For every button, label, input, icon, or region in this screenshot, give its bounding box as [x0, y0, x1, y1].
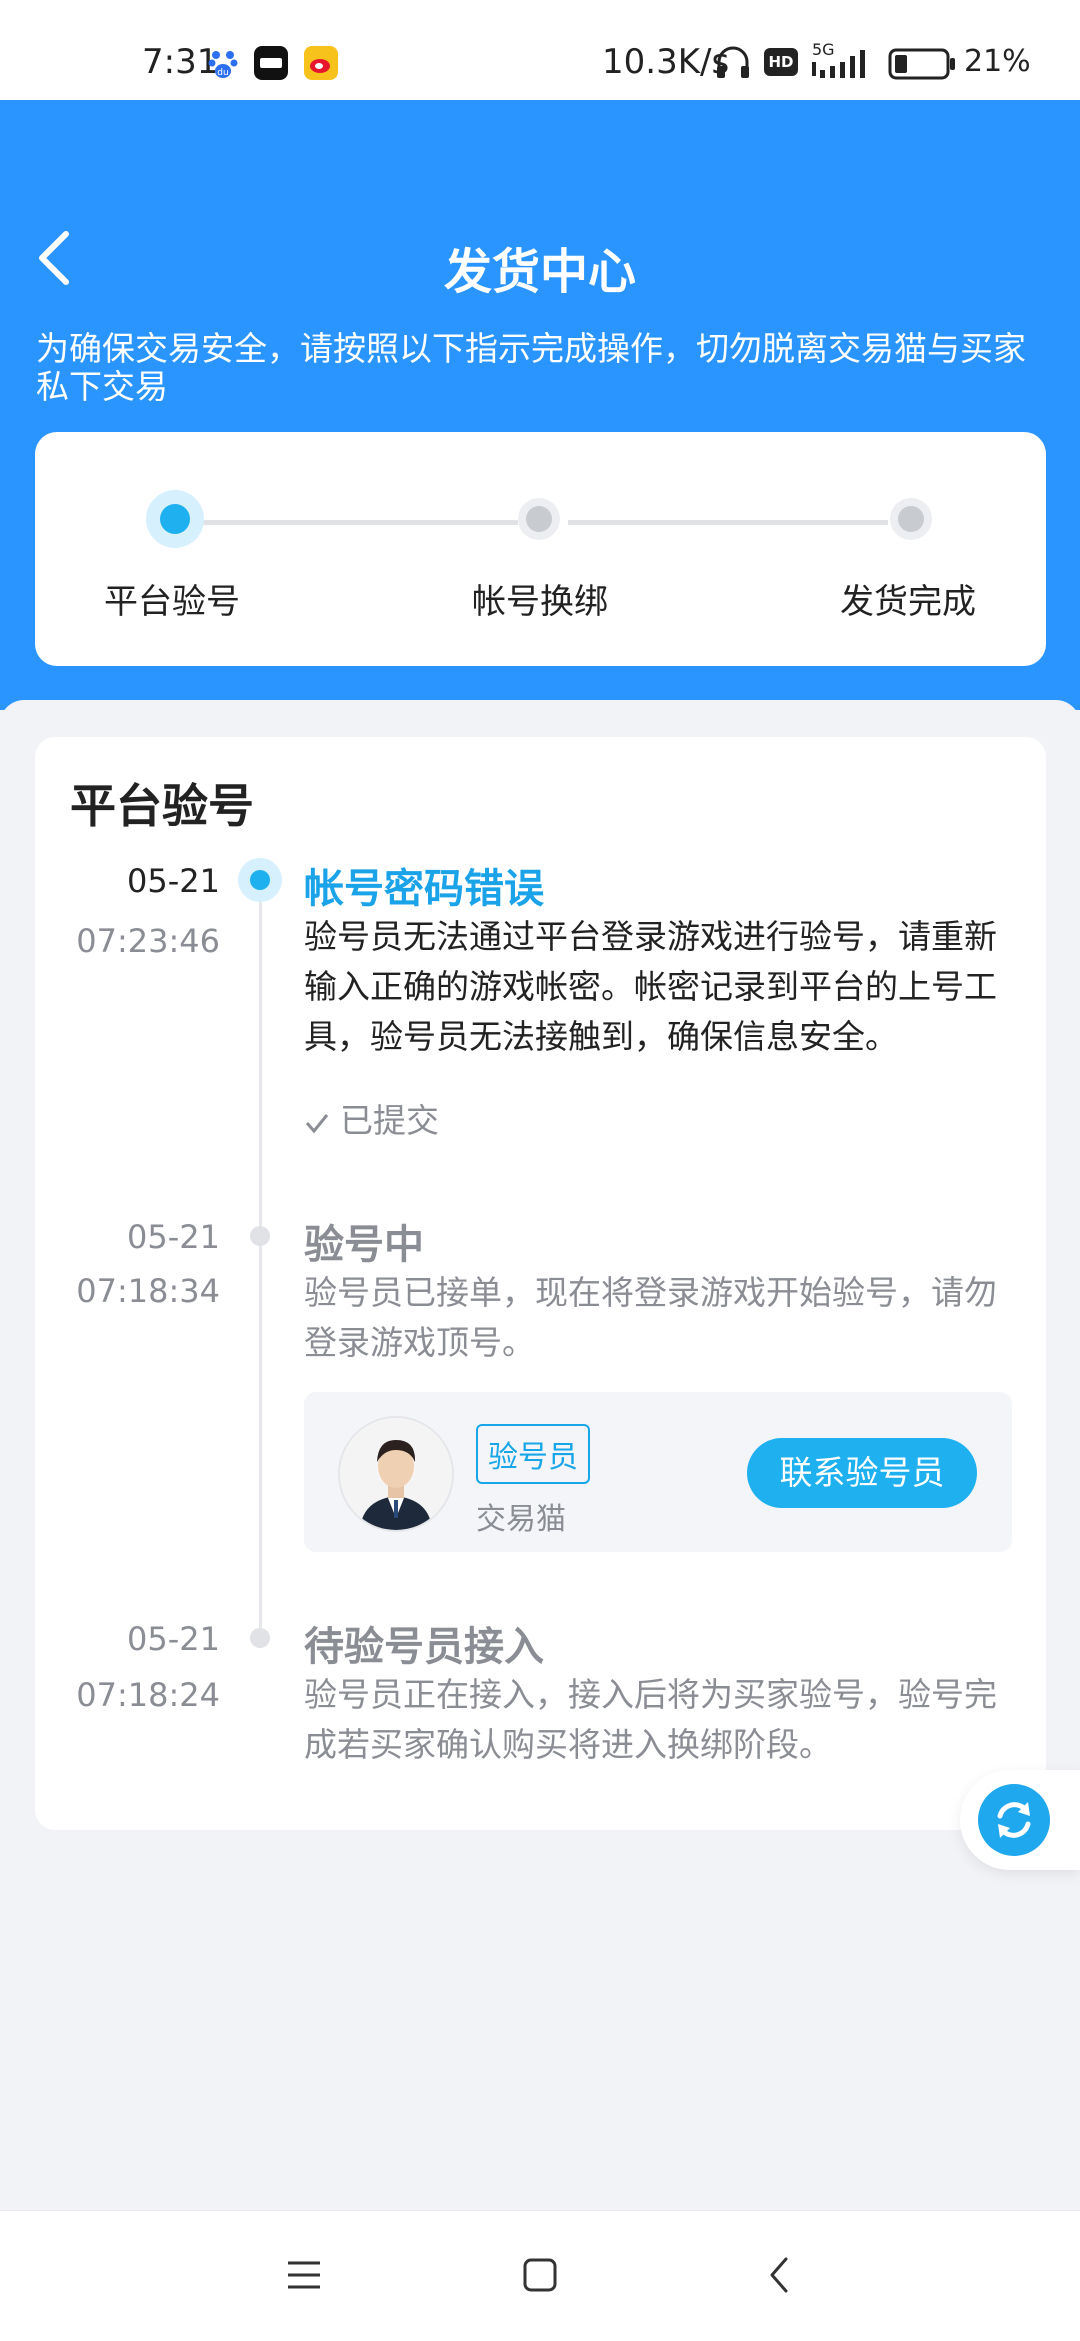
step-dot-pending-core	[526, 506, 552, 532]
progress-track	[194, 520, 518, 525]
timeline-dot	[250, 1628, 270, 1648]
youdao-icon	[254, 46, 288, 80]
timeline-title: 待验号员接入	[304, 1624, 544, 1670]
check-icon	[305, 1113, 329, 1133]
timeline-title: 帐号密码错误	[304, 866, 544, 912]
progress-track	[568, 520, 888, 525]
section-title: 平台验号	[70, 779, 254, 833]
timeline-time: 07:18:34	[76, 1272, 220, 1310]
status-bar: 7:31 du 10.3K/s HD 5G 21%	[0, 0, 1080, 100]
agent-org: 交易猫	[476, 1502, 566, 1537]
signal-icon: 5G	[808, 40, 874, 86]
network-speed: 10.3K/s	[602, 42, 730, 82]
hd-icon: HD	[764, 48, 798, 76]
step-label-verify: 平台验号	[104, 582, 240, 622]
timeline-title: 验号中	[304, 1222, 424, 1268]
step-dot-active-core	[160, 504, 190, 534]
menu-icon[interactable]	[284, 2255, 324, 2295]
battery-percent: 21%	[964, 44, 1031, 79]
timeline-date: 05-21	[127, 1620, 220, 1658]
weibo-icon	[304, 46, 338, 80]
timeline-date: 05-21	[127, 1218, 220, 1256]
timeline-time: 07:23:46	[76, 922, 220, 960]
timeline-line	[259, 890, 262, 1630]
headphone-icon	[714, 44, 752, 84]
step-label-done: 发货完成	[840, 582, 976, 622]
step-label-rebind: 帐号换绑	[472, 582, 608, 622]
safety-notice: 为确保交易安全，请按照以下指示完成操作，切勿脱离交易猫与买家私下交易	[36, 329, 1026, 406]
battery-icon	[888, 48, 958, 84]
step-dot-pending-core	[898, 506, 924, 532]
avatar	[338, 1416, 454, 1532]
timeline-dot-current-core	[250, 870, 270, 890]
role-badge: 验号员	[476, 1424, 590, 1484]
timeline-dot	[250, 1226, 270, 1246]
progress-card	[35, 432, 1046, 666]
timeline-description: 验号员已接单，现在将登录游戏开始验号，请勿登录游戏顶号。	[304, 1273, 997, 1362]
back-icon[interactable]	[760, 2255, 800, 2295]
svg-text:du: du	[217, 68, 228, 78]
timeline-time: 07:18:24	[76, 1676, 220, 1714]
timeline-description: 验号员无法通过平台登录游戏进行验号，请重新输入正确的游戏帐密。帐密记录到平台的上…	[304, 917, 997, 1056]
home-icon[interactable]	[520, 2255, 560, 2295]
submitted-status: 已提交	[304, 1094, 439, 1142]
contact-agent-button[interactable]: 联系验号员	[747, 1438, 977, 1508]
refresh-button[interactable]	[960, 1770, 1080, 1870]
timeline-date: 05-21	[127, 862, 220, 900]
page-title: 发货中心	[443, 244, 636, 300]
refresh-icon[interactable]	[978, 1784, 1050, 1856]
baidu-icon: du	[206, 46, 240, 80]
timeline-description: 验号员正在接入，接入后将为买家验号，验号完成若买家确认购买将进入换绑阶段。	[304, 1675, 997, 1764]
